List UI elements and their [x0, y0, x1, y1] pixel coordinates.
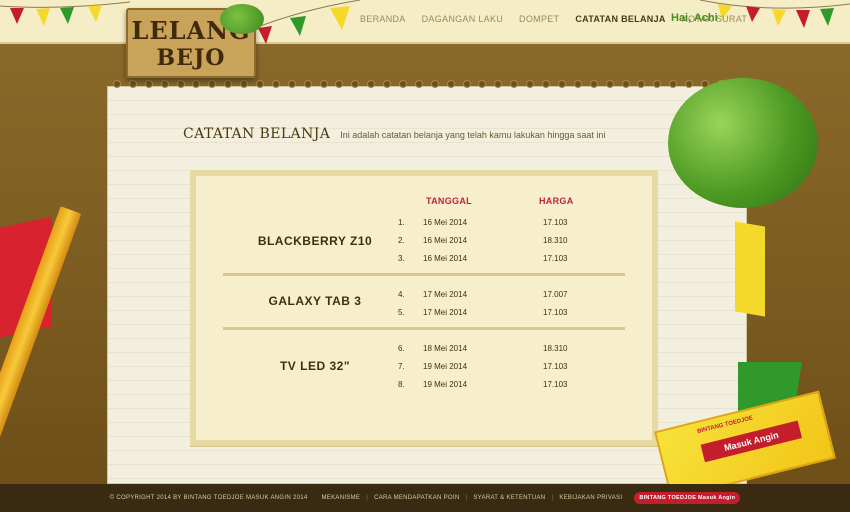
row-date: 17 Mei 2014	[423, 308, 468, 317]
row-date: 19 Mei 2014	[423, 362, 468, 371]
section-heading: CATATAN BELANJA Ini adalah catatan belan…	[183, 126, 605, 142]
yellow-tab-decoration	[735, 221, 765, 317]
footer-link-privasi[interactable]: KEBIJAKAN PRIVASI	[559, 495, 622, 501]
column-header-date: TANGGAL	[426, 196, 472, 206]
page-title: CATATAN BELANJA	[183, 126, 331, 142]
row-date: 16 Mei 2014	[423, 254, 468, 263]
group-divider	[223, 327, 625, 330]
footer-copyright: © COPYRIGHT 2014 BY BINTANG TOEDJOE MASU…	[109, 495, 308, 501]
column-header-price: HARGA	[539, 196, 574, 206]
row-number: 2.	[398, 236, 405, 245]
product-name: BLACKBERRY Z10	[257, 234, 373, 248]
bush-decoration	[668, 78, 818, 208]
paper-binding-holes	[107, 80, 747, 94]
footer-link-syarat[interactable]: SYARAT & KETENTUAN	[473, 495, 545, 501]
row-price: 18.310	[543, 236, 568, 245]
leaf-icon	[220, 4, 264, 34]
footer-brand-badge[interactable]: BINTANG TOEDJOE Masuk Angin	[634, 492, 741, 504]
row-date: 16 Mei 2014	[423, 218, 468, 227]
row-number: 5.	[398, 308, 405, 317]
product-brand: BINTANG TOEDJOE	[696, 415, 754, 436]
row-price: 17.103	[543, 218, 568, 227]
footer-link-cara-poin[interactable]: CARA MENDAPATKAN POIN	[374, 495, 459, 501]
logo-line-2: BEJO	[156, 45, 226, 71]
row-date: 18 Mei 2014	[423, 344, 468, 353]
row-price: 17.103	[543, 308, 568, 317]
nav-catatan-belanja[interactable]: CATATAN BELANJA	[575, 14, 665, 28]
row-number: 1.	[398, 218, 405, 227]
group-divider	[223, 273, 625, 276]
row-price: 17.103	[543, 254, 568, 263]
row-price: 17.007	[543, 290, 568, 299]
row-date: 17 Mei 2014	[423, 290, 468, 299]
row-number: 8.	[398, 380, 405, 389]
nav-dompet[interactable]: DOMPET	[519, 14, 559, 28]
nav-dagangan-laku[interactable]: DAGANGAN LAKU	[422, 14, 503, 28]
row-price: 17.103	[543, 380, 568, 389]
row-number: 3.	[398, 254, 405, 263]
row-number: 4.	[398, 290, 405, 299]
product-name: GALAXY TAB 3	[268, 294, 362, 308]
row-number: 6.	[398, 344, 405, 353]
row-date: 16 Mei 2014	[423, 236, 468, 245]
row-price: 18.310	[543, 344, 568, 353]
product-name: TV LED 32"	[279, 359, 351, 373]
nav-beranda[interactable]: BERANDA	[360, 14, 406, 28]
user-greeting[interactable]: Hai, Achi	[671, 12, 718, 24]
footer: © COPYRIGHT 2014 BY BINTANG TOEDJOE MASU…	[0, 484, 850, 512]
footer-link-mekanisme[interactable]: MEKANISME	[321, 495, 360, 501]
row-price: 17.103	[543, 362, 568, 371]
row-date: 19 Mei 2014	[423, 380, 468, 389]
page-subtitle: Ini adalah catatan belanja yang telah ka…	[340, 130, 606, 140]
row-number: 7.	[398, 362, 405, 371]
